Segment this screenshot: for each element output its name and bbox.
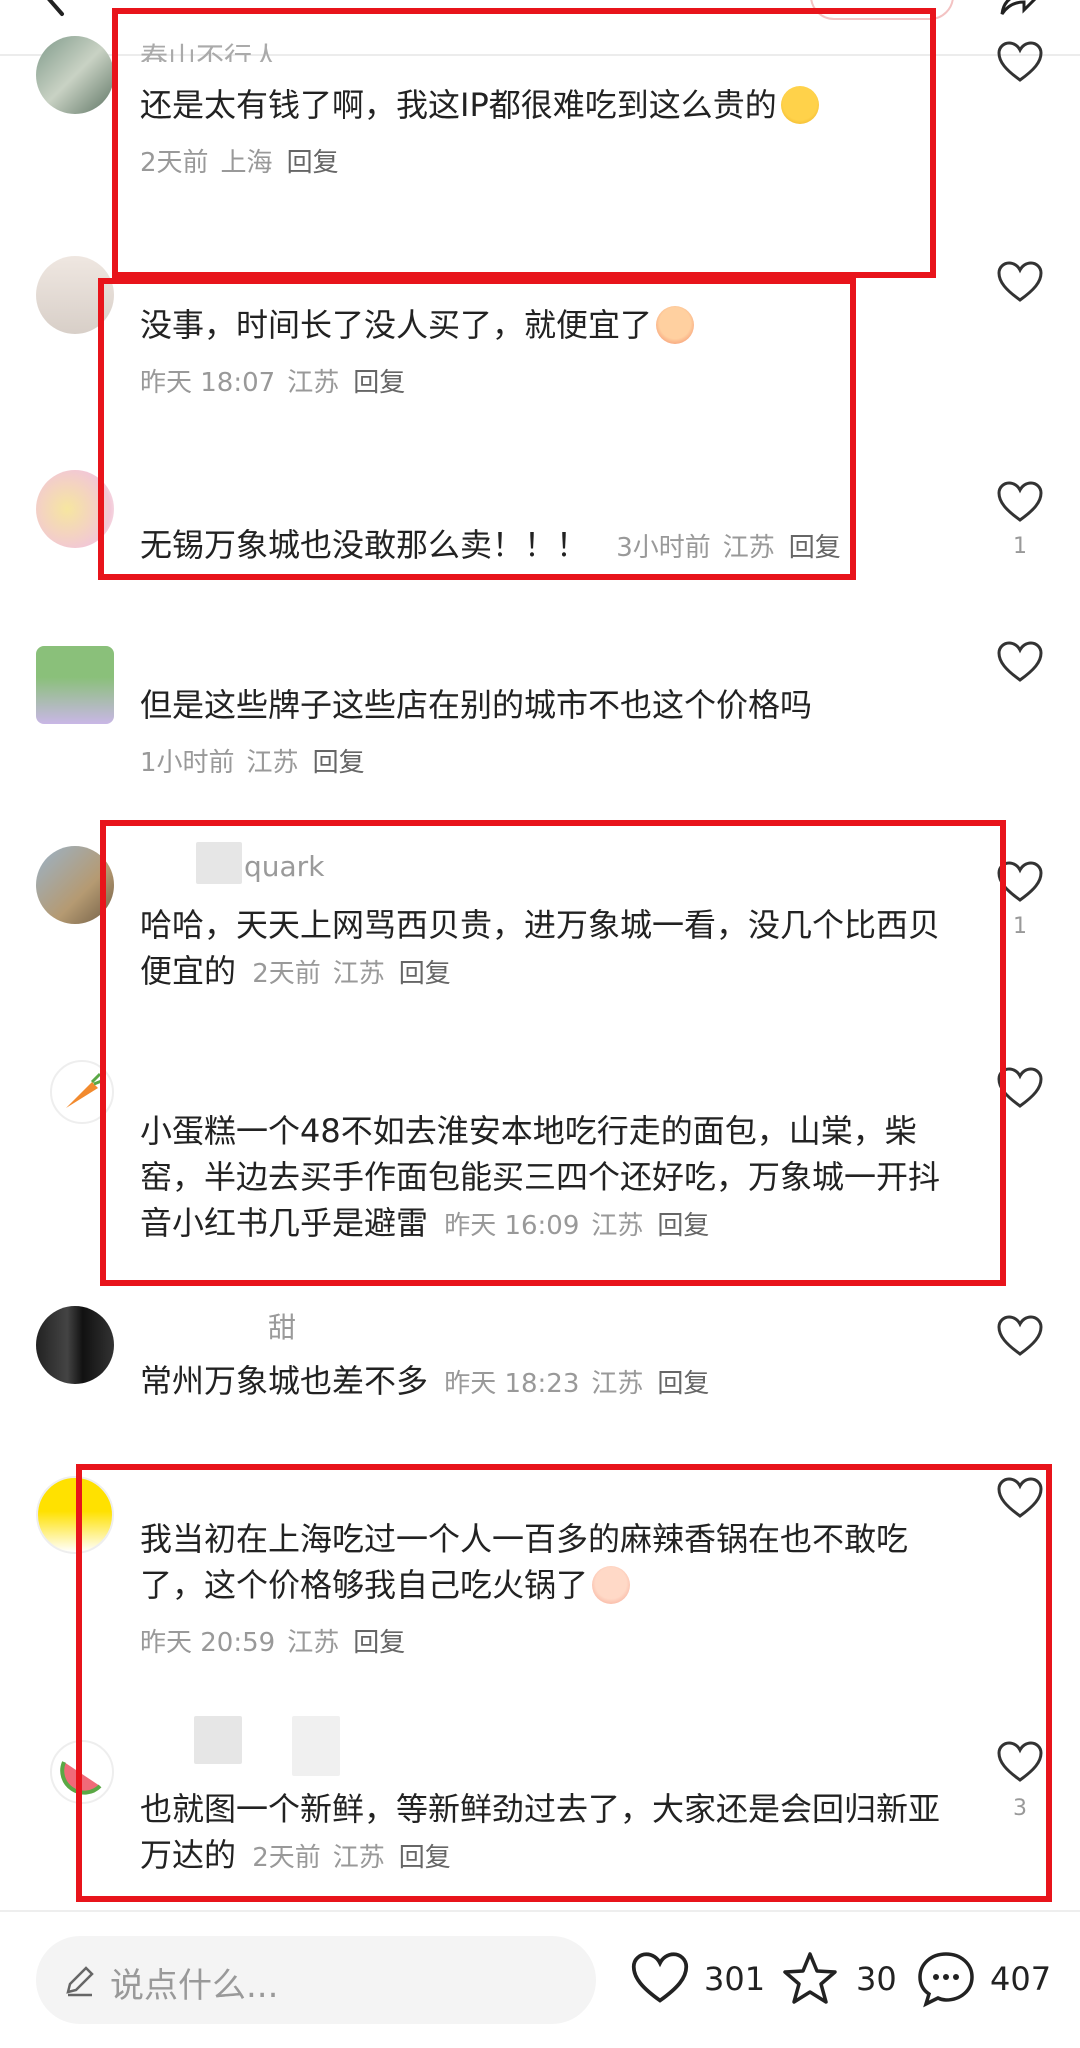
reply-button[interactable]: 回复 [399, 1843, 451, 1873]
comment-meta: 昨天 18:07 江苏 回复 [140, 362, 405, 399]
comment-location: 上海 [220, 148, 273, 178]
reply-button[interactable]: 回复 [399, 959, 451, 989]
comment-text: 小蛋糕一个48不如去淮安本地吃行走的面包，山棠，柴窑，半边去买手作面包能买三四个… [140, 1108, 970, 1249]
reply-button[interactable]: 回复 [657, 1369, 709, 1399]
reply-button[interactable]: 回复 [353, 368, 405, 398]
comment-meta: 3小时前 江苏 回复 [616, 533, 841, 563]
comment-location: 江苏 [591, 1369, 644, 1399]
comment-input[interactable]: 说点什么... [36, 1936, 596, 2024]
avatar[interactable] [36, 1476, 114, 1554]
blurred-username [292, 1716, 340, 1776]
laughing-emoji-icon [780, 86, 819, 124]
comment-body: 常州万象城也差不多 [140, 1362, 429, 1400]
comment-meta: 2天前 上海 回复 [140, 142, 339, 179]
comment-text: 还是太有钱了啊，我这IP都很难吃到这么贵的 [140, 82, 970, 128]
comment-time: 1小时前 [140, 748, 235, 778]
comment-meta: 2天前 江苏 回复 [252, 959, 451, 989]
avatar[interactable] [50, 1060, 114, 1124]
heart-icon[interactable] [996, 1066, 1044, 1110]
comment-text: 哈哈，天天上网骂西贝贵，进万象城一看，没几个比西贝便宜的 2天前 江苏 回复 [140, 902, 970, 997]
favorite-total: 30 [856, 1960, 897, 1998]
comment-username[interactable]: 春山不行人 [140, 36, 280, 62]
comment-total: 407 [990, 1960, 1052, 1998]
comment-time: 昨天 18:07 [140, 368, 276, 398]
like-count: 1 [1013, 914, 1027, 939]
like-action[interactable]: 301 [630, 1946, 765, 2016]
comment-time: 2天前 [252, 1843, 321, 1873]
comment-text: 也就图一个新鲜，等新鲜劲过去了，大家还是会回归新亚万达的 2天前 江苏 回复 [140, 1786, 970, 1881]
comment-time: 昨天 20:59 [140, 1628, 276, 1658]
comment-body: 我当初在上海吃过一个人一百多的麻辣香锅在也不敢吃了，这个价格够我自己吃火锅了 [140, 1520, 909, 1604]
carrot-icon [66, 1072, 105, 1108]
comment-text: 没事，时间长了没人买了，就便宜了 [140, 302, 970, 348]
comment-action[interactable]: 407 [916, 1946, 1066, 2016]
comment-meta: 昨天 18:23 江苏 回复 [444, 1369, 709, 1399]
comment-time: 昨天 16:09 [444, 1211, 580, 1241]
reply-button[interactable]: 回复 [287, 148, 339, 178]
avatar[interactable] [36, 36, 114, 114]
avatar[interactable] [36, 1306, 114, 1384]
heart-icon[interactable] [996, 260, 1044, 304]
follow-button[interactable] [810, 0, 954, 20]
like-count: 1 [1013, 534, 1027, 559]
comment-text: 我当初在上海吃过一个人一百多的麻辣香锅在也不敢吃了，这个价格够我自己吃火锅了 [140, 1516, 970, 1608]
heart-icon[interactable] [996, 1314, 1044, 1358]
comment-bubble-icon [918, 1952, 974, 2008]
pencil-icon [66, 1966, 94, 1997]
comment-location: 江苏 [246, 748, 299, 778]
comment-meta: 昨天 20:59 江苏 回复 [140, 1622, 405, 1659]
comment-body: 还是太有钱了啊，我这IP都很难吃到这么贵的 [140, 86, 777, 124]
star-icon [783, 1952, 837, 2004]
heart-icon[interactable] [996, 1476, 1044, 1520]
comment-meta: 1小时前 江苏 回复 [140, 742, 365, 779]
comment-location: 江苏 [591, 1211, 644, 1241]
comment-time: 3小时前 [616, 533, 711, 563]
comment-username[interactable]: quark [244, 850, 324, 883]
avatar[interactable] [36, 470, 114, 548]
comment-input-placeholder: 说点什么... [110, 1966, 279, 2006]
favorite-action[interactable]: 30 [780, 1946, 900, 2016]
comment-body: 没事，时间长了没人买了，就便宜了 [140, 306, 653, 344]
comment-location: 江苏 [287, 368, 340, 398]
comment-meta: 2天前 江苏 回复 [252, 1843, 451, 1873]
bottom-bar: 说点什么... 301 30 407 [0, 1910, 1080, 2048]
comment-location: 江苏 [287, 1628, 340, 1658]
heart-icon[interactable] [996, 480, 1044, 524]
avatar[interactable] [50, 1740, 114, 1804]
reply-button[interactable]: 回复 [657, 1211, 709, 1241]
heart-icon[interactable] [996, 860, 1044, 904]
comment-meta: 昨天 16:09 江苏 回复 [444, 1211, 709, 1241]
reply-button[interactable]: 回复 [789, 533, 841, 563]
heart-icon [631, 1952, 689, 2003]
heart-icon[interactable] [996, 40, 1044, 84]
comment-time: 2天前 [140, 148, 209, 178]
reply-button[interactable]: 回复 [313, 748, 365, 778]
like-count: 3 [1013, 1796, 1027, 1821]
back-arrow-icon[interactable] [36, 0, 76, 18]
comment-body: 无锡万象城也没敢那么卖！！！ [140, 526, 589, 564]
heart-icon[interactable] [996, 1740, 1044, 1784]
avatar[interactable] [36, 256, 114, 334]
comment-location: 江苏 [332, 1843, 385, 1873]
comment-time: 昨天 18:23 [444, 1369, 580, 1399]
heart-icon[interactable] [996, 640, 1044, 684]
avatar[interactable] [36, 646, 114, 724]
comment-text: 但是这些牌子这些店在别的城市不也这个价格吗 [140, 686, 813, 724]
avatar[interactable] [36, 846, 114, 924]
comment-time: 2天前 [252, 959, 321, 989]
blurred-username [196, 842, 242, 884]
blurred-username [194, 1716, 242, 1764]
comment-text: 常州万象城也差不多 昨天 18:23 江苏 回复 [140, 1358, 970, 1407]
crying-emoji-icon [656, 306, 695, 344]
blushing-emoji-icon [592, 1566, 631, 1604]
comment-location: 江苏 [332, 959, 385, 989]
comment-location: 江苏 [722, 533, 775, 563]
reply-button[interactable]: 回复 [353, 1628, 405, 1658]
share-icon[interactable] [996, 0, 1040, 22]
like-total: 301 [704, 1960, 766, 1998]
watermelon-icon [60, 1761, 102, 1795]
comment-username[interactable]: 甜 [268, 1306, 296, 1346]
comment-text: 无锡万象城也没敢那么卖！！！ 3小时前 江苏 回复 [140, 522, 970, 571]
